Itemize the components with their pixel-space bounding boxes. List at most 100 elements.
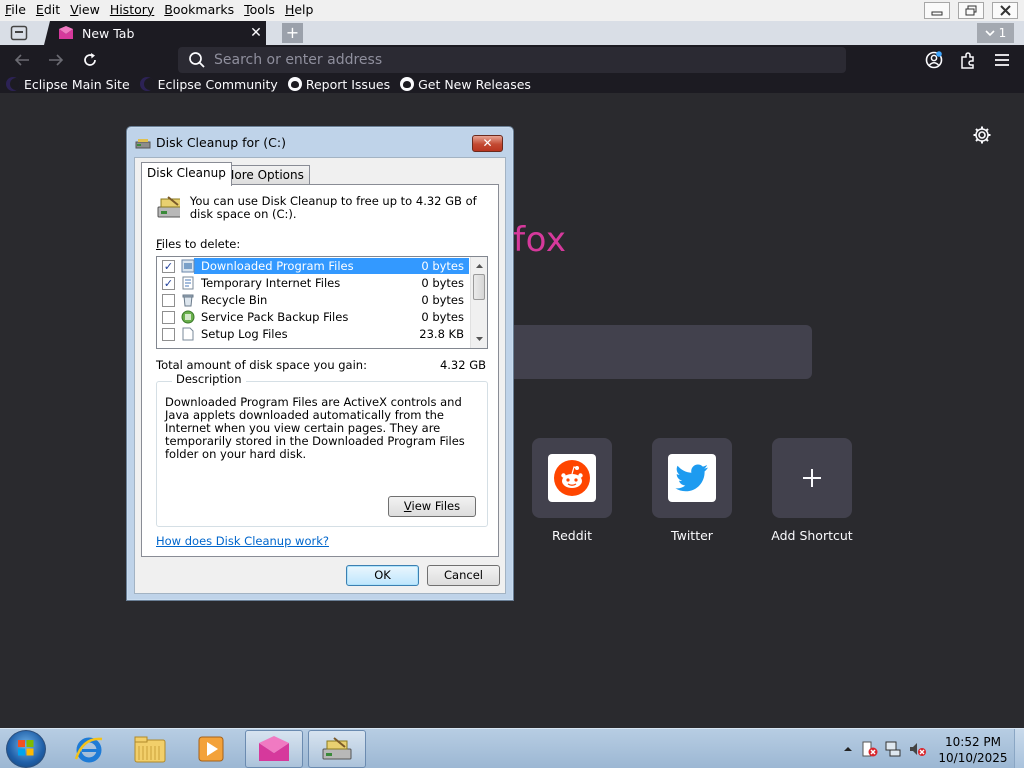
dialog-close-button[interactable]: ✕ bbox=[472, 135, 503, 152]
shortcut-twitter[interactable]: Twitter bbox=[652, 438, 732, 543]
dialog-body: Disk Cleanup More Options You can use Di… bbox=[134, 157, 506, 594]
checkbox-unchecked[interactable] bbox=[162, 293, 175, 307]
log-file-icon bbox=[182, 327, 194, 341]
disk-cleanup-panel: You can use Disk Cleanup to free up to 4… bbox=[141, 184, 499, 557]
list-scrollbar[interactable] bbox=[470, 257, 487, 348]
show-desktop-button[interactable] bbox=[1014, 729, 1024, 768]
files-to-delete-label: Files to delete: bbox=[156, 237, 241, 251]
checkbox-unchecked[interactable] bbox=[162, 327, 175, 341]
minimize-icon bbox=[931, 11, 943, 15]
tab-count: 1 bbox=[998, 26, 1007, 40]
disk-cleanup-dialog: Disk Cleanup for (C:) ✕ Disk Cleanup Mor… bbox=[126, 126, 514, 601]
file-explorer-icon bbox=[134, 736, 166, 763]
description-text: Downloaded Program Files are ActiveX con… bbox=[165, 395, 465, 461]
plasmafox-icon bbox=[59, 26, 73, 39]
tab-new-tab[interactable]: New Tab ✕ bbox=[44, 21, 266, 45]
forward-arrow-icon bbox=[49, 54, 64, 66]
bookmark-report-issues[interactable]: Report Issues bbox=[287, 77, 390, 92]
tab-overview-button[interactable] bbox=[5, 23, 33, 43]
document-icon bbox=[182, 276, 194, 290]
files-to-delete-list[interactable]: ✓ Downloaded Program Files 0 bytes ✓ Tem… bbox=[156, 256, 488, 349]
scrollbar-thumb[interactable] bbox=[473, 274, 485, 300]
taskbar-media-player[interactable] bbox=[182, 730, 240, 768]
checkbox-unchecked[interactable] bbox=[162, 310, 175, 324]
bookmark-eclipse-main-site[interactable]: Eclipse Main Site bbox=[6, 77, 130, 92]
eclipse-icon bbox=[139, 77, 154, 91]
ok-button[interactable]: OK bbox=[346, 565, 419, 586]
menu-tools[interactable]: Tools bbox=[239, 0, 280, 21]
tab-title: New Tab bbox=[82, 25, 135, 41]
menu-help[interactable]: Help bbox=[280, 0, 319, 21]
extensions-button[interactable] bbox=[958, 50, 978, 70]
reload-button[interactable] bbox=[80, 50, 100, 70]
scroll-down-icon bbox=[476, 337, 483, 341]
cancel-button[interactable]: Cancel bbox=[427, 565, 500, 586]
account-icon bbox=[925, 51, 943, 69]
shortcut-reddit[interactable]: Reddit bbox=[532, 438, 612, 543]
forward-button[interactable] bbox=[46, 50, 66, 70]
chevron-down-icon bbox=[985, 29, 995, 36]
taskbar-internet-explorer[interactable] bbox=[60, 730, 118, 768]
shortcut-tile bbox=[772, 438, 852, 518]
plasmafox-icon bbox=[259, 736, 289, 761]
network-icon[interactable] bbox=[884, 740, 902, 758]
total-gain-value: 4.32 GB bbox=[439, 358, 486, 372]
minimize-button[interactable] bbox=[924, 2, 950, 19]
show-hidden-icons-icon[interactable] bbox=[842, 743, 854, 755]
close-window-button[interactable] bbox=[992, 2, 1018, 19]
github-icon bbox=[287, 77, 302, 91]
list-item[interactable]: Recycle Bin 0 bytes bbox=[159, 292, 469, 308]
view-files-button[interactable]: View Files bbox=[388, 496, 476, 517]
shortcut-tile bbox=[652, 438, 732, 518]
scroll-up-icon bbox=[476, 264, 483, 268]
checkbox-checked[interactable]: ✓ bbox=[162, 259, 175, 273]
clock-date: 10/10/2025 bbox=[938, 751, 1008, 765]
total-gain-label: Total amount of disk space you gain: bbox=[156, 358, 367, 372]
description-group: Downloaded Program Files are ActiveX con… bbox=[156, 381, 488, 527]
navigation-toolbar: Search or enter address bbox=[0, 45, 1024, 75]
back-button[interactable] bbox=[12, 50, 32, 70]
tab-counter-button[interactable]: 1 bbox=[977, 23, 1014, 43]
action-center-alert-icon[interactable] bbox=[860, 740, 878, 758]
bookmark-eclipse-community[interactable]: Eclipse Community bbox=[139, 77, 278, 92]
checkbox-checked[interactable]: ✓ bbox=[162, 276, 175, 290]
account-button[interactable] bbox=[924, 50, 944, 70]
start-button[interactable] bbox=[6, 730, 46, 768]
bookmark-get-new-releases[interactable]: Get New Releases bbox=[400, 77, 531, 92]
list-item[interactable]: Service Pack Backup Files 0 bytes bbox=[159, 309, 469, 325]
restore-button[interactable] bbox=[958, 2, 984, 19]
shortcut-add[interactable]: Add Shortcut bbox=[771, 438, 853, 543]
intro: You can use Disk Cleanup to free up to 4… bbox=[156, 195, 486, 221]
intro-text: You can use Disk Cleanup to free up to 4… bbox=[189, 194, 477, 221]
taskbar-disk-cleanup[interactable] bbox=[308, 730, 366, 768]
dialog-titlebar: Disk Cleanup for (C:) bbox=[135, 135, 286, 150]
drive-cleanup-icon bbox=[157, 196, 180, 218]
help-link[interactable]: How does Disk Cleanup work? bbox=[156, 534, 329, 548]
taskbar-file-explorer[interactable] bbox=[121, 730, 179, 768]
menu-bar: File Edit View History Bookmarks Tools H… bbox=[0, 0, 1024, 21]
list-item[interactable]: Setup Log Files 23.8 KB bbox=[159, 326, 469, 342]
taskbar-plasmafox[interactable] bbox=[245, 730, 303, 768]
close-tab-icon[interactable]: ✕ bbox=[246, 25, 266, 41]
tab-disk-cleanup[interactable]: Disk Cleanup bbox=[141, 162, 232, 186]
media-player-icon bbox=[198, 736, 224, 762]
menu-file[interactable]: File bbox=[0, 0, 31, 21]
list-item[interactable]: ✓ Temporary Internet Files 0 bytes bbox=[159, 275, 469, 291]
address-bar[interactable]: Search or enter address bbox=[178, 47, 846, 73]
menu-history[interactable]: History bbox=[105, 0, 159, 21]
menu-bookmarks[interactable]: Bookmarks bbox=[159, 0, 239, 21]
close-icon bbox=[999, 5, 1011, 16]
clock[interactable]: 10:52 PM 10/10/2025 bbox=[938, 734, 1008, 766]
taskbar: 10:52 PM 10/10/2025 bbox=[0, 728, 1024, 768]
menu-view[interactable]: View bbox=[65, 0, 105, 21]
windows-logo-icon bbox=[18, 740, 34, 756]
puzzle-icon bbox=[961, 52, 974, 69]
volume-muted-icon[interactable] bbox=[908, 740, 926, 758]
newtab-settings-button[interactable] bbox=[972, 125, 992, 148]
list-item[interactable]: ✓ Downloaded Program Files 0 bytes bbox=[159, 258, 469, 274]
gear-icon bbox=[973, 126, 991, 144]
new-tab-button[interactable]: + bbox=[282, 23, 303, 43]
app-menu-button[interactable] bbox=[992, 50, 1012, 70]
back-arrow-icon bbox=[14, 54, 29, 66]
menu-edit[interactable]: Edit bbox=[31, 0, 65, 21]
